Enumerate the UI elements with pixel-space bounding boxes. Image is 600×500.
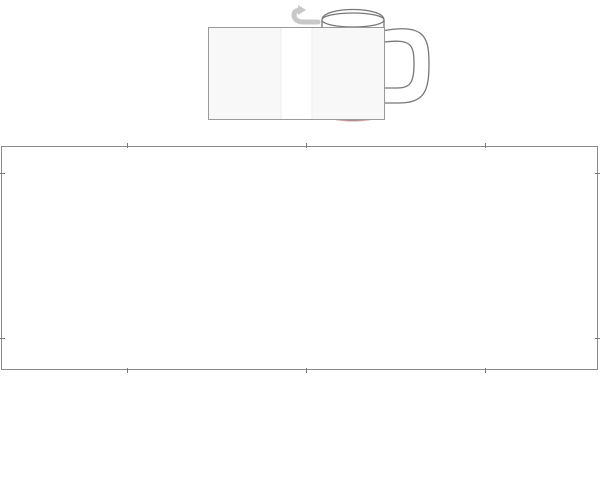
right-tick-mark (595, 173, 600, 174)
wrap-preview-center-highlight (281, 28, 312, 119)
bottom-tick-mark (306, 368, 307, 373)
rotate-arrowhead-icon[interactable] (298, 5, 306, 15)
rotate-left-arrow-icon[interactable] (291, 7, 321, 25)
design-area-label: Wrap design area (2, 147, 3, 148)
top-tick-mark (306, 143, 307, 148)
mug-rim-icon (321, 12, 385, 28)
top-tick-mark (127, 143, 128, 148)
bottom-tick-mark (485, 368, 486, 373)
mug-preview (208, 5, 430, 122)
right-tick-mark (595, 338, 600, 339)
bottom-tick-mark (127, 368, 128, 373)
left-tick-mark (0, 338, 5, 339)
left-tick-mark (0, 173, 5, 174)
wrap-design-area[interactable]: Wrap design area (1, 146, 598, 370)
mug-handle-icon (381, 28, 430, 104)
mug-designer-canvas: Mug Wrap Designer Wrap design area (0, 0, 600, 500)
top-tick-mark (485, 143, 486, 148)
